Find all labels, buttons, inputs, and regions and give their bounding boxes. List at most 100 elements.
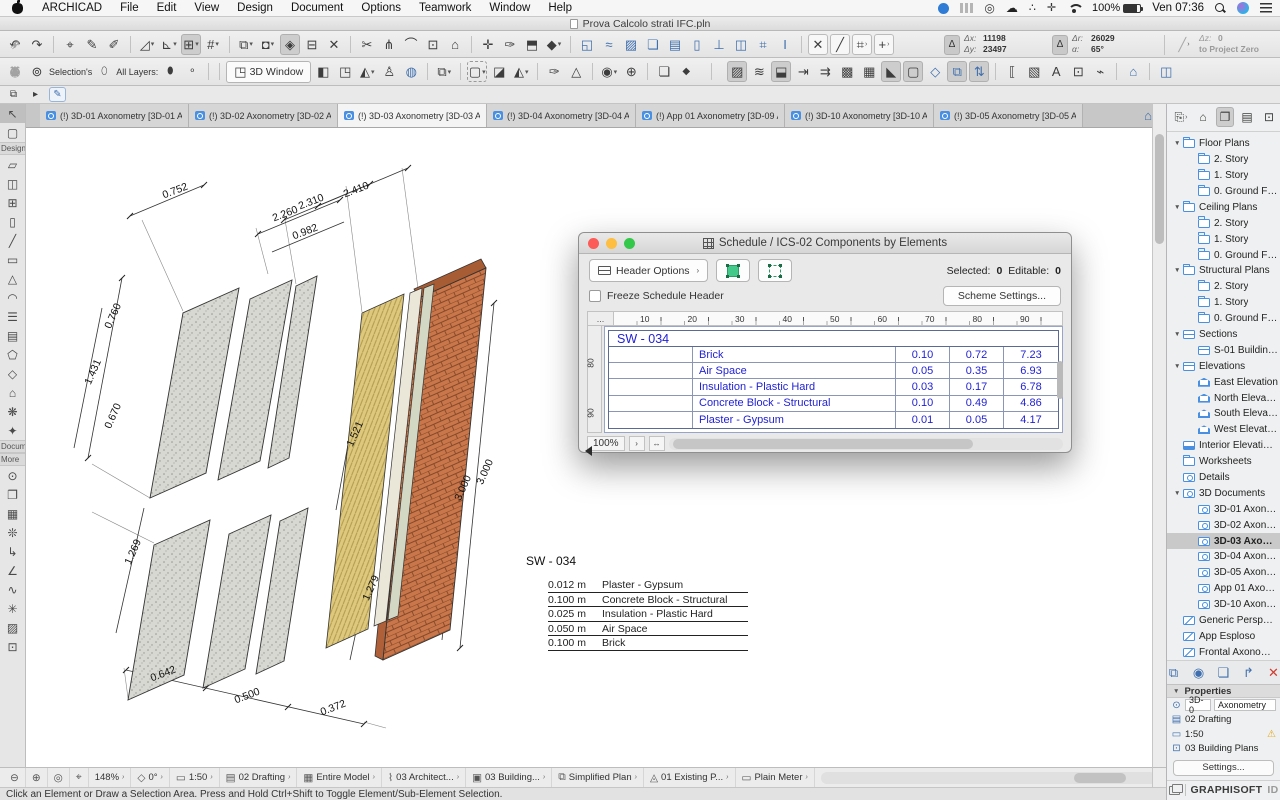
add-input-icon[interactable]: +› xyxy=(874,34,894,55)
document-tab[interactable]: (!) App 01 Axonometry [3D-09 Axon... xyxy=(636,104,785,127)
navigator-tree-item[interactable]: ▼ Floor Plans xyxy=(1167,136,1280,152)
canvas-horizontal-scrollbar[interactable] xyxy=(821,772,1156,784)
component-name-cell[interactable]: Brick xyxy=(693,347,896,362)
value-cell[interactable]: 4.86 xyxy=(1004,396,1058,411)
zone-tool[interactable]: ⬠ xyxy=(0,345,25,364)
menu-item[interactable]: Window xyxy=(480,2,539,14)
new-folder-icon[interactable]: ❏ xyxy=(1215,663,1232,681)
transfer-settings-icon[interactable]: ⧉▾ xyxy=(434,61,454,82)
curtain-wall-tool[interactable]: ▤ xyxy=(0,326,25,345)
navigator-tree-item[interactable]: Frontal Axonometry xyxy=(1167,644,1280,660)
value-cell[interactable]: 0.35 xyxy=(950,363,1004,378)
value-cell[interactable]: 4.17 xyxy=(1004,412,1058,428)
menu-item[interactable]: Teamwork xyxy=(410,2,480,14)
orbit-icon[interactable]: ◍ xyxy=(401,61,421,82)
tag-icon[interactable]: ◆ xyxy=(676,61,696,82)
select-marquee-button[interactable] xyxy=(758,259,792,282)
coordinate-input-icon[interactable]: ⌗› xyxy=(852,34,872,55)
scale-select[interactable]: ▭1:50› xyxy=(170,768,220,787)
document-tab[interactable]: (!) 3D-05 Axonometry [3D-05 Axono... xyxy=(934,104,1083,127)
navigator-tree-item[interactable]: ▼ 3D Documents xyxy=(1167,485,1280,501)
pickup-parameters-icon[interactable]: ✎ xyxy=(82,34,102,55)
zoom-level-select[interactable]: 148%› xyxy=(89,768,132,787)
component-row[interactable]: Plaster - Gypsum 0.01 0.05 4.17 xyxy=(609,412,1058,428)
document-tab[interactable]: (!) 3D-02 Axonometry [3D-02 Axon... xyxy=(189,104,338,127)
cursor-icon[interactable]: ⇗ xyxy=(5,34,25,55)
3d-style-icon[interactable]: ◳ xyxy=(335,61,355,82)
angle-dimension-tool[interactable]: ∠ xyxy=(0,561,25,580)
slab-tool[interactable]: ▭ xyxy=(0,250,25,269)
slash-box-icon[interactable]: ▧ xyxy=(1024,61,1044,82)
select-elements-button[interactable] xyxy=(716,259,750,282)
model-view-value[interactable]: 03 Building Plans xyxy=(1185,743,1258,754)
navigator-tree-item[interactable]: 3D-03 Axonometry xyxy=(1167,533,1280,549)
hotspot-tool[interactable]: ⊙ xyxy=(0,466,25,485)
thickness-cell[interactable]: 0.03 xyxy=(896,379,950,394)
home-view-icon[interactable]: ⌂ xyxy=(1123,61,1143,82)
line-mode-icon[interactable]: ╱ xyxy=(830,34,850,55)
value-cell[interactable]: 0.49 xyxy=(950,396,1004,411)
value-cell[interactable]: 7.23 xyxy=(1004,347,1058,362)
clone-folder-icon[interactable]: ⧉ xyxy=(1166,663,1182,681)
app-status-icon[interactable] xyxy=(938,3,949,14)
menu-item[interactable]: File xyxy=(111,2,148,14)
menu-clock[interactable]: Ven 07:36 xyxy=(1152,2,1204,14)
vector-shadow-icon[interactable]: ⇉ xyxy=(815,61,835,82)
bracket-icon[interactable]: ⟦ xyxy=(1002,61,1022,82)
component-row[interactable]: Air Space 0.05 0.35 6.93 xyxy=(609,363,1058,379)
menu-item[interactable]: Design xyxy=(228,2,282,14)
schedule-horizontal-scrollbar[interactable] xyxy=(669,438,1063,450)
navigator-tree-item[interactable]: ▼ Sections xyxy=(1167,327,1280,343)
component-row[interactable]: Brick 0.10 0.72 7.23 xyxy=(609,347,1058,363)
structure-display-select[interactable]: ▦Entire Model› xyxy=(297,768,382,787)
find-select-icon[interactable]: ⌖ xyxy=(60,34,80,55)
dimension-style-select[interactable]: ▭Plain Meter› xyxy=(736,768,815,787)
door-element-icon[interactable]: ◫ xyxy=(731,34,751,55)
navigator-tree-item[interactable]: S-01 Building Section xyxy=(1167,342,1280,358)
value-cell[interactable]: 6.93 xyxy=(1004,363,1058,378)
shadow-icon[interactable]: ⬓ xyxy=(771,61,791,82)
schedule-title-bar[interactable]: Schedule / ICS-02 Components by Elements xyxy=(579,233,1071,254)
menu-item[interactable]: Edit xyxy=(148,2,186,14)
lock-icon[interactable]: ◘▾ xyxy=(258,34,278,55)
component-row[interactable]: Insulation - Plastic Hard 0.03 0.17 6.78 xyxy=(609,379,1058,395)
contour-icon[interactable]: ≋ xyxy=(749,61,769,82)
label-tool[interactable]: ↳ xyxy=(0,542,25,561)
mesh-element-icon[interactable]: ≈ xyxy=(599,34,619,55)
resize-icon[interactable]: ⊡ xyxy=(423,34,443,55)
navigator-tree-item[interactable]: Generic Perspective xyxy=(1167,613,1280,629)
tracker-dr[interactable]: 26029 xyxy=(1091,34,1115,44)
drag-copy-icon[interactable]: ✑ xyxy=(500,34,520,55)
marquee-mode-icon[interactable]: ▢▾ xyxy=(467,61,487,82)
morph-icon[interactable]: ◆▾ xyxy=(544,34,564,55)
notification-center-icon[interactable] xyxy=(1260,3,1272,13)
camera-tool[interactable]: ⊡ xyxy=(0,637,25,656)
marquee-tool[interactable]: ▢ xyxy=(0,123,25,142)
slab-element-icon[interactable]: ▤ xyxy=(665,34,685,55)
navigator-tree-item[interactable]: East Elevation xyxy=(1167,374,1280,390)
roof-tool[interactable]: △ xyxy=(0,269,25,288)
spray-icon[interactable]: ◭▾ xyxy=(511,61,531,82)
value-cell[interactable]: 0.17 xyxy=(950,379,1004,394)
thickness-cell[interactable]: 0.01 xyxy=(896,412,950,428)
add-camera-icon[interactable]: ⊕ xyxy=(621,61,641,82)
zoom-out-icon[interactable]: ⊖ xyxy=(4,768,26,787)
wifi-icon[interactable] xyxy=(1067,3,1081,14)
camera-icon[interactable]: ◉▾ xyxy=(599,61,619,82)
snap-reference-icon[interactable]: ⊾▾ xyxy=(159,34,179,55)
star-tool[interactable]: ✳ xyxy=(0,599,25,618)
lamp-tool[interactable]: ❋ xyxy=(0,402,25,421)
thickness-cell[interactable]: 0.05 xyxy=(896,363,950,378)
navigator-tree-item[interactable]: 2. Story xyxy=(1167,215,1280,231)
schedule-date-icon[interactable]: ⊟ xyxy=(302,34,322,55)
minimize-window-button[interactable] xyxy=(606,238,617,249)
siri-icon[interactable] xyxy=(1237,2,1249,14)
project-map-icon[interactable]: ⌂ xyxy=(1194,107,1212,127)
more-section-label[interactable]: More xyxy=(0,453,25,466)
layout-book-icon[interactable]: ▤ xyxy=(1238,107,1256,127)
snap-points-icon[interactable]: ⊞▾ xyxy=(181,34,201,55)
document-tab[interactable]: (!) 3D-03 Axonometry [3D-03 Axon... xyxy=(338,104,487,127)
navigator-tree-item[interactable]: Worksheets xyxy=(1167,454,1280,470)
navigator-tree-item[interactable]: Details xyxy=(1167,470,1280,486)
wall-element-icon[interactable]: ◱ xyxy=(577,34,597,55)
